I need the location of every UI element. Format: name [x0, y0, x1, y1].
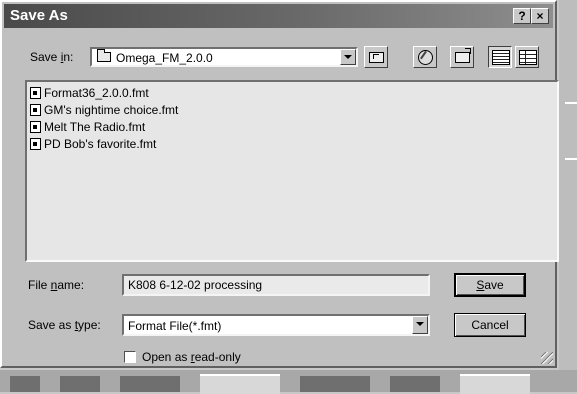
- file-item-name: Melt The Radio.fmt: [44, 120, 146, 134]
- read-only-checkbox[interactable]: [124, 351, 136, 363]
- folder-icon: [97, 49, 111, 62]
- background-segment: [200, 374, 280, 394]
- background-segment: [390, 376, 440, 392]
- save-as-type-dropdown[interactable]: Format File(*.fmt): [122, 314, 430, 336]
- background-segment: [460, 374, 530, 394]
- background-segment: [120, 376, 180, 392]
- save-in-value: Omega_FM_2.0.0: [116, 51, 213, 65]
- save-in-label: Save in:: [30, 50, 74, 64]
- title-bar[interactable]: Save As ? ×: [4, 4, 553, 28]
- create-new-folder-icon: [455, 48, 471, 63]
- help-button[interactable]: ?: [513, 8, 531, 24]
- save-as-dialog: Save As ? × Save in: Omega_FM_2.0.0 Form…: [0, 0, 559, 368]
- read-only-label[interactable]: Open as read-only: [142, 350, 241, 364]
- save-as-type-label: Save as type:: [28, 318, 101, 332]
- up-one-level-button[interactable]: [364, 46, 388, 68]
- file-name-input[interactable]: [124, 276, 428, 294]
- internet-globe-icon: [418, 50, 433, 65]
- create-new-folder-button[interactable]: [450, 46, 474, 68]
- background-taskbar: [0, 370, 577, 394]
- background-segment: [60, 376, 100, 392]
- background-divider: [565, 158, 577, 160]
- internet-button[interactable]: [413, 46, 437, 68]
- resize-grip-icon[interactable]: [541, 352, 553, 364]
- file-list[interactable]: Format36_2.0.0.fmt GM's nightime choice.…: [25, 80, 559, 262]
- chevron-down-icon[interactable]: [412, 316, 428, 334]
- format-file-icon: [30, 87, 41, 99]
- save-as-type-value: Format File(*.fmt): [128, 319, 222, 333]
- close-button[interactable]: ×: [531, 8, 549, 24]
- details-view-icon: [519, 50, 537, 65]
- format-file-icon: [30, 104, 41, 116]
- up-one-level-icon: [369, 52, 384, 63]
- save-in-dropdown[interactable]: Omega_FM_2.0.0: [90, 47, 358, 67]
- background-divider: [565, 102, 577, 104]
- format-file-icon: [30, 138, 41, 150]
- format-file-icon: [30, 121, 41, 133]
- background-segment: [10, 376, 40, 392]
- file-item-name: GM's nightime choice.fmt: [44, 103, 179, 117]
- details-view-button[interactable]: [515, 46, 539, 68]
- list-view-button[interactable]: [488, 46, 512, 68]
- file-item-name: Format36_2.0.0.fmt: [44, 86, 149, 100]
- cancel-button[interactable]: Cancel: [454, 313, 526, 337]
- file-item-name: PD Bob's favorite.fmt: [44, 137, 157, 151]
- background-window-edge: [559, 0, 577, 392]
- dialog-title: Save As: [10, 7, 68, 24]
- background-segment: [300, 376, 370, 392]
- file-name-field[interactable]: [122, 274, 430, 296]
- file-name-label: File name:: [28, 278, 85, 292]
- chevron-down-icon[interactable]: [340, 49, 356, 65]
- save-button[interactable]: Save: [454, 273, 526, 297]
- list-view-icon: [492, 50, 510, 65]
